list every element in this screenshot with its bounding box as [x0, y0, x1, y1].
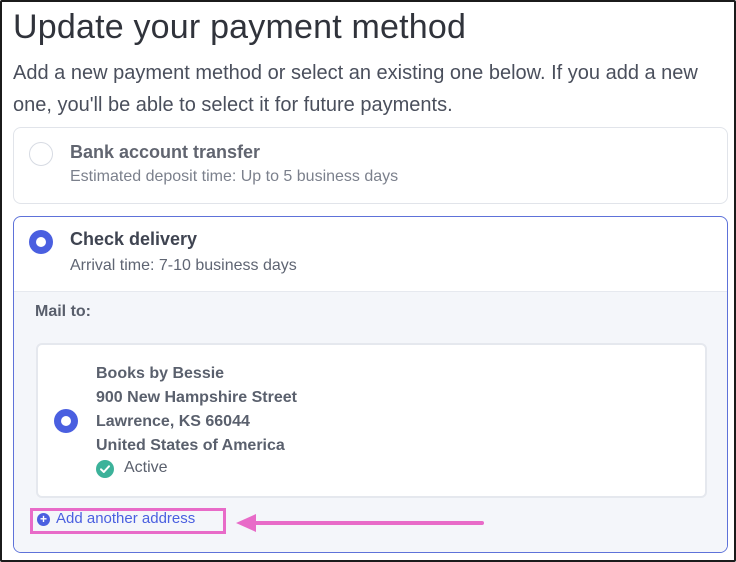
- address-city-state-zip: Lawrence, KS 66044: [96, 413, 250, 430]
- plus-circle-icon: +: [37, 513, 50, 526]
- check-delivery-description: Arrival time: 7-10 business days: [70, 257, 297, 274]
- add-another-address-label: Add another address: [56, 510, 196, 527]
- radio-selected-icon[interactable]: [54, 409, 78, 433]
- page-subtitle: Add a new payment method or select an ex…: [13, 62, 698, 116]
- radio-selected-icon[interactable]: [29, 230, 53, 254]
- address-country: United States of America: [96, 437, 285, 454]
- check-delivery-option[interactable]: Check delivery Arrival time: 7-10 busine…: [13, 216, 728, 553]
- page-title: Update your payment method: [13, 8, 467, 46]
- check-circle-icon: [96, 460, 114, 478]
- bank-transfer-title: Bank account transfer: [70, 142, 261, 162]
- add-another-address-link[interactable]: + Add another address: [30, 508, 226, 534]
- status-text: Active: [124, 459, 168, 476]
- check-delivery-title: Check delivery: [70, 229, 198, 249]
- bank-transfer-description: Estimated deposit time: Up to 5 business…: [70, 168, 399, 185]
- payment-method-panel: Update your payment method Add a new pay…: [0, 0, 736, 562]
- radio-empty-icon[interactable]: [29, 142, 53, 166]
- bank-transfer-option[interactable]: Bank account transfer Estimated deposit …: [13, 127, 728, 204]
- arrow-left-icon: [236, 514, 484, 532]
- address-street: 900 New Hampshire Street: [96, 389, 297, 406]
- mail-to-label: Mail to:: [35, 303, 91, 320]
- address-name: Books by Bessie: [96, 365, 225, 382]
- address-card[interactable]: Books by Bessie 900 New Hampshire Street…: [36, 343, 707, 498]
